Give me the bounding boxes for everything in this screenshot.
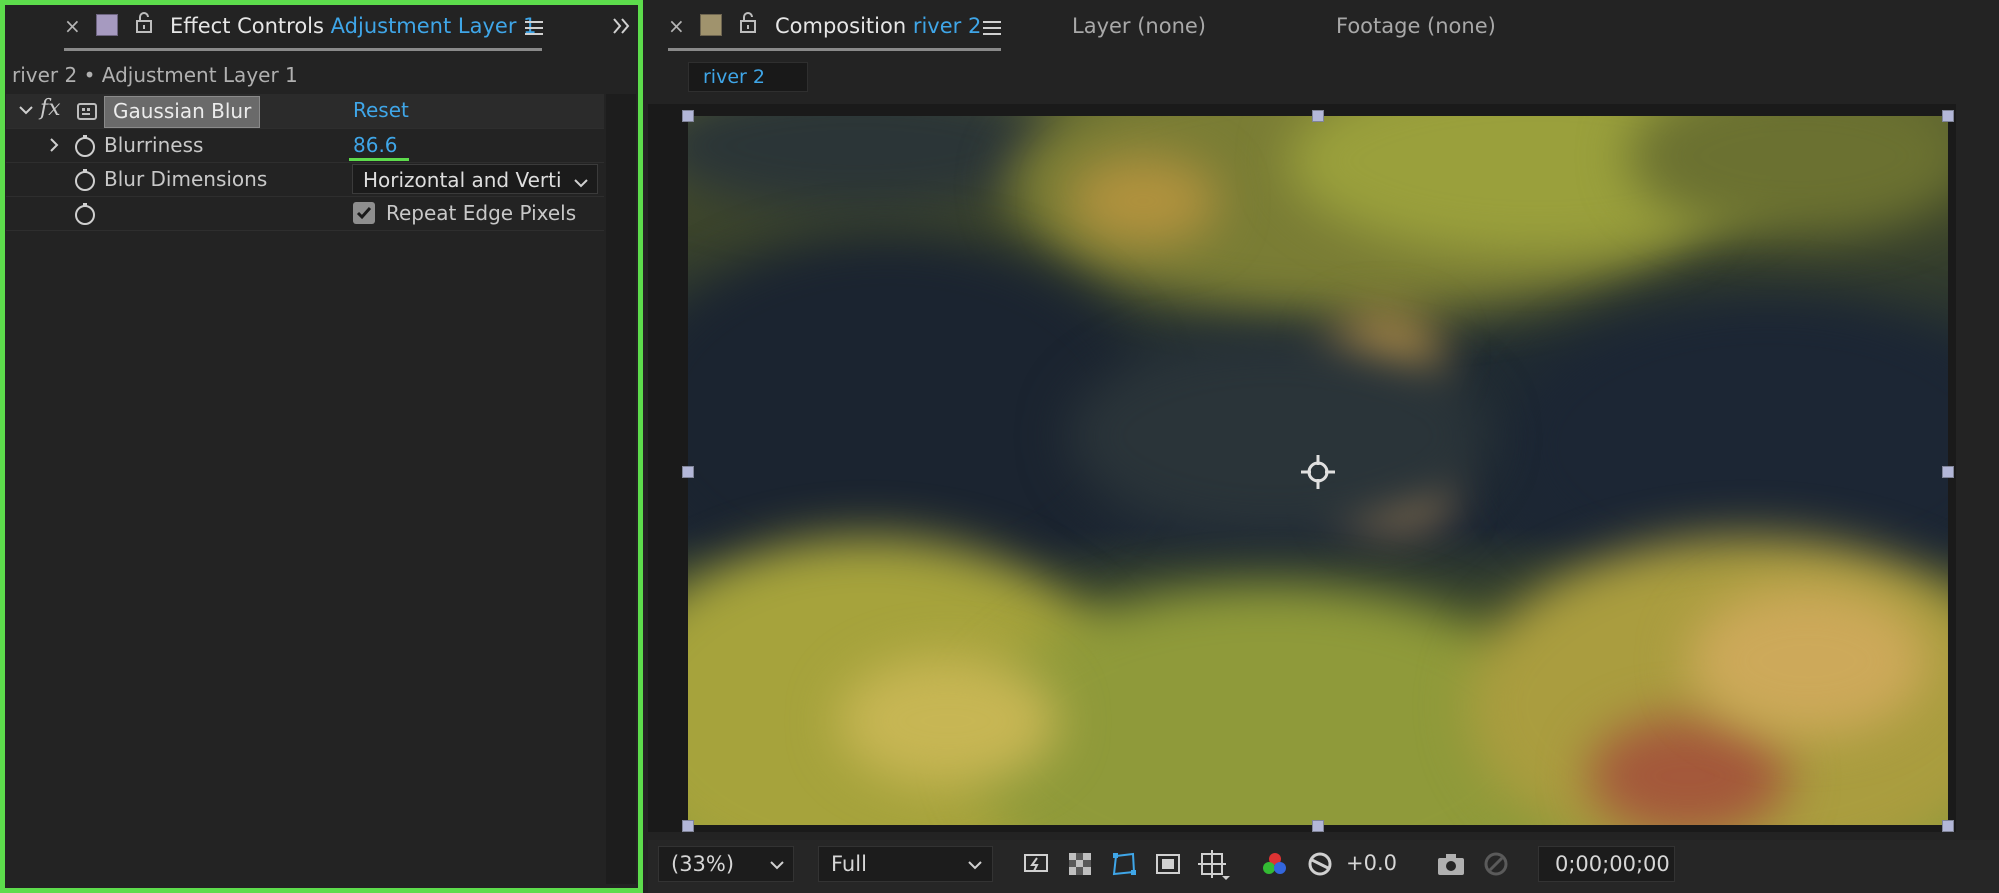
transform-handle[interactable] [1942,820,1954,832]
tab-comp-name: river 2 [912,14,982,38]
resolution-value: Full [831,852,867,876]
channels-icon[interactable] [1260,850,1288,878]
chevron-right-icon[interactable] [48,137,60,157]
blur-dimensions-dropdown[interactable]: Horizontal and Verti [352,164,598,194]
zoom-dropdown[interactable]: (33%) [658,846,794,882]
scrollbar[interactable] [606,94,636,884]
lock-icon[interactable] [135,12,153,38]
effect-row-gaussian-blur[interactable]: fx Gaussian Blur Reset [6,94,604,129]
dropdown-value: Horizontal and Verti [363,168,562,192]
comp-subtab[interactable]: river 2 [688,62,808,92]
active-tab-underline [64,48,542,51]
layer-color-swatch [96,14,118,36]
hamburger-menu-icon[interactable] [525,21,543,35]
value-scrub-indicator [349,158,409,161]
reset-exposure-icon[interactable] [1306,850,1334,878]
show-snapshot-icon[interactable] [1482,850,1510,878]
transform-handle[interactable] [1312,110,1324,122]
hamburger-menu-icon[interactable] [983,21,1001,35]
grid-guides-icon[interactable] [1198,850,1230,880]
transform-handle[interactable] [682,466,694,478]
transparency-grid-icon[interactable] [1066,850,1094,878]
tab-title: Composition [775,14,907,38]
tab-composition[interactable]: Composition river 2 [775,12,981,40]
close-icon[interactable]: × [668,14,685,38]
checkbox-label[interactable]: Repeat Edge Pixels [386,201,576,225]
transform-handle[interactable] [1942,110,1954,122]
property-row-blurriness: Blurriness 86.6 [6,128,604,163]
property-row-repeat-edge-pixels: Repeat Edge Pixels [6,196,604,231]
property-name: Blurriness [104,133,204,157]
transform-handle[interactable] [682,820,694,832]
tab-title: Effect Controls [170,14,324,38]
subtab-label: river 2 [703,66,765,88]
repeat-edge-pixels-checkbox[interactable] [353,202,375,224]
transform-handle[interactable] [1312,820,1324,832]
comp-color-swatch [700,14,722,36]
anchor-point-icon[interactable] [1299,453,1337,495]
property-name: Blur Dimensions [104,167,268,191]
tab-layer[interactable]: Layer (none) [1072,12,1206,40]
tab-effect-controls[interactable]: Effect Controls Adjustment Layer 1 [170,12,536,40]
chevron-down-icon [967,857,983,877]
property-row-blur-dimensions: Blur Dimensions Horizontal and Verti [6,162,604,197]
fast-previews-icon[interactable] [1022,850,1050,878]
effect-name-label[interactable]: Gaussian Blur [104,96,261,128]
fx-toggle[interactable]: fx [40,96,61,121]
zoom-value: (33%) [671,852,735,876]
reset-link[interactable]: Reset [353,98,409,122]
effect-preset-icon [76,100,98,126]
double-chevron-right-icon[interactable] [611,16,633,40]
chevron-down-icon [573,172,589,193]
stopwatch-icon[interactable] [74,202,95,225]
active-tab-underline [668,48,1001,51]
lock-icon[interactable] [739,12,757,38]
transform-handle[interactable] [682,110,694,122]
camera-snapshot-icon[interactable] [1436,851,1464,879]
transform-handle[interactable] [1942,466,1954,478]
mask-path-visibility-icon[interactable] [1110,850,1138,878]
chevron-down-icon [769,857,785,877]
blurriness-value[interactable]: 86.6 [353,133,398,157]
chevron-down-icon[interactable] [18,102,34,122]
layer-path-label: river 2 • Adjustment Layer 1 [12,63,298,87]
close-icon[interactable]: × [64,14,81,38]
region-of-interest-icon[interactable] [1154,850,1182,878]
timecode-field[interactable]: 0;00;00;00 [1538,846,1675,882]
timecode-value: 0;00;00;00 [1555,852,1670,876]
stopwatch-icon[interactable] [74,134,95,157]
resolution-dropdown[interactable]: Full [818,846,993,882]
tab-layer-name: Adjustment Layer 1 [330,14,537,38]
effect-controls-panel: × Effect Controls Adjustment Layer 1 riv… [0,0,643,893]
exposure-value[interactable]: +0.0 [1346,851,1397,875]
stopwatch-icon[interactable] [74,168,95,191]
tab-footage[interactable]: Footage (none) [1336,12,1496,40]
